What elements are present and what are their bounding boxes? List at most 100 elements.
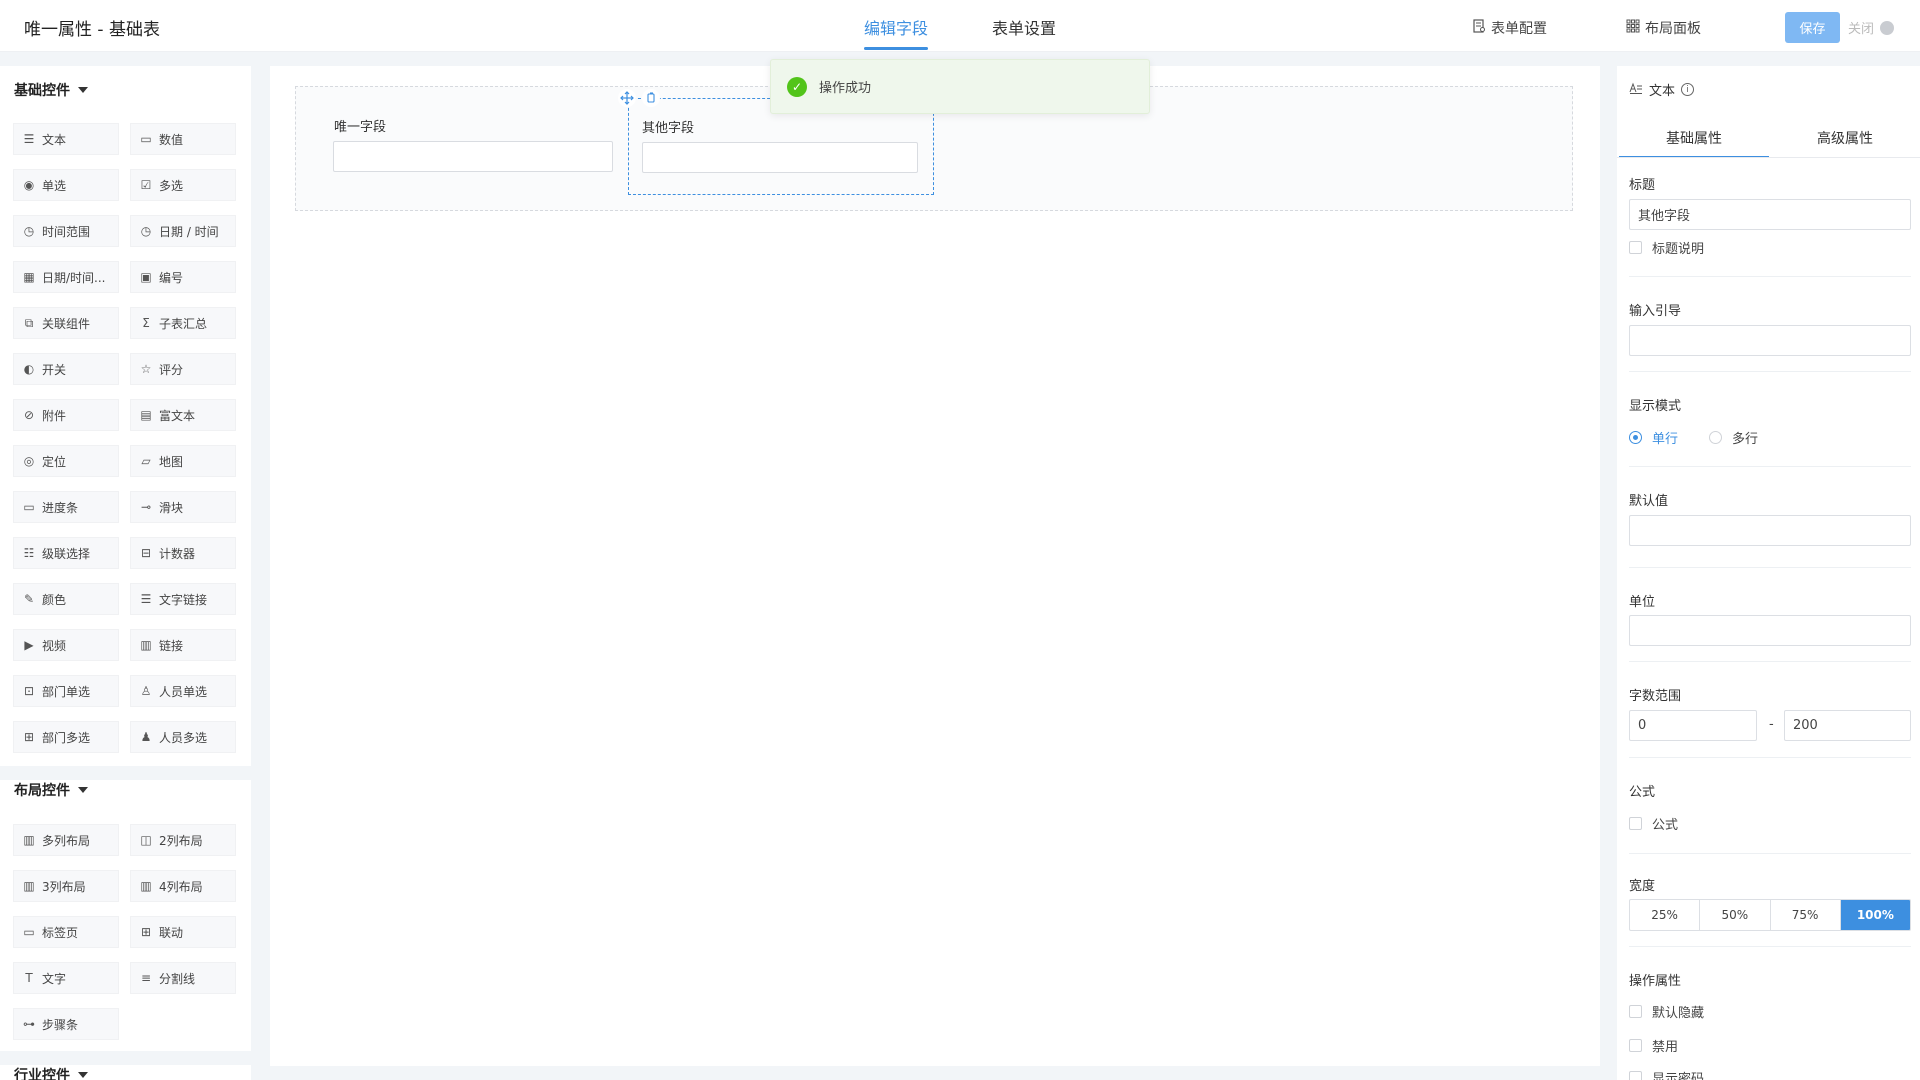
- layout-control-item[interactable]: ▥ 3列布局: [13, 870, 119, 902]
- basic-control-item[interactable]: ♟ 人员多选: [130, 721, 236, 753]
- basic-control-item-label: 链接: [159, 638, 184, 653]
- unit-input[interactable]: [1629, 615, 1911, 646]
- display-mode-single-radio[interactable]: 单行: [1629, 428, 1678, 447]
- show-password-checkbox[interactable]: 显示密码: [1629, 1068, 1704, 1080]
- width-option-75[interactable]: 75%: [1771, 900, 1841, 930]
- divider: [1629, 371, 1911, 372]
- field-label-other: 其他字段: [642, 121, 695, 136]
- basic-control-item[interactable]: ☑ 多选: [130, 169, 236, 201]
- basic-control-item[interactable]: ✎ 颜色: [13, 583, 119, 615]
- layout-control-item[interactable]: ▥ 4列布局: [130, 870, 236, 902]
- four-columns-icon: ▥: [140, 879, 152, 893]
- location-icon: ◎: [23, 454, 35, 468]
- success-toast: ✓ 操作成功: [770, 59, 1150, 114]
- copy-icon[interactable]: [642, 89, 660, 107]
- basic-control-item[interactable]: ▶ 视频: [13, 629, 119, 661]
- layout-control-item[interactable]: ◫ 2列布局: [130, 824, 236, 856]
- form-config-button[interactable]: 表单配置: [1472, 18, 1547, 38]
- char-range-min-input[interactable]: 0: [1629, 710, 1757, 741]
- layout-control-item-label: 4列布局: [159, 879, 203, 894]
- basic-control-item[interactable]: ▤ 富文本: [130, 399, 236, 431]
- close-button[interactable]: 关闭: [1848, 18, 1895, 37]
- basic-control-item[interactable]: ▱ 地图: [130, 445, 236, 477]
- layout-panel-button[interactable]: 布局面板: [1626, 18, 1701, 38]
- basic-control-item[interactable]: ◉ 单选: [13, 169, 119, 201]
- disabled-checkbox[interactable]: 禁用: [1629, 1036, 1678, 1055]
- basic-control-item[interactable]: ☷ 级联选择: [13, 537, 119, 569]
- basic-control-item[interactable]: ⊘ 附件: [13, 399, 119, 431]
- slider-icon: ⊸: [140, 500, 152, 514]
- basic-control-item-label: 颜色: [42, 592, 67, 607]
- tab-form-settings[interactable]: 表单设置: [992, 15, 1056, 49]
- info-icon[interactable]: i: [1681, 83, 1695, 96]
- basic-control-item[interactable]: ◎ 定位: [13, 445, 119, 477]
- placeholder-input[interactable]: [1629, 325, 1911, 356]
- property-panel-title: 文本: [1649, 84, 1676, 99]
- save-button[interactable]: 保存: [1785, 12, 1840, 43]
- field-input-unique[interactable]: [333, 141, 613, 172]
- layout-controls-header[interactable]: 布局控件: [14, 780, 88, 800]
- basic-control-item[interactable]: ⊸ 滑块: [130, 491, 236, 523]
- tab-edit-fields[interactable]: 编辑字段: [864, 15, 929, 50]
- basic-control-item[interactable]: ◐ 开关: [13, 353, 119, 385]
- layout-control-item[interactable]: ⊶ 步骤条: [13, 1008, 119, 1040]
- basic-control-item[interactable]: ⊞ 部门多选: [13, 721, 119, 753]
- width-option-100[interactable]: 100%: [1840, 900, 1910, 930]
- display-mode-multi-radio[interactable]: 多行: [1709, 428, 1758, 447]
- move-icon[interactable]: [618, 89, 636, 107]
- title-input[interactable]: 其他字段: [1629, 199, 1911, 230]
- text-link-icon: ☰: [140, 592, 152, 606]
- char-range-label: 字数范围: [1629, 689, 1682, 704]
- formula-section-label: 公式: [1629, 785, 1656, 800]
- color-picker-icon: ✎: [23, 592, 35, 606]
- formula-checkbox[interactable]: 公式: [1629, 814, 1678, 833]
- basic-control-item[interactable]: ⊟ 计数器: [130, 537, 236, 569]
- title-desc-checkbox[interactable]: 标题说明: [1629, 238, 1704, 257]
- basic-control-item[interactable]: ◷ 时间范围: [13, 215, 119, 247]
- basic-control-item-label: 数值: [159, 132, 184, 147]
- basic-control-item[interactable]: ▭ 进度条: [13, 491, 119, 523]
- property-panel-header: 文本 i: [1629, 80, 1695, 99]
- basic-controls-header[interactable]: 基础控件: [14, 80, 88, 100]
- placeholder-label: 输入引导: [1629, 304, 1682, 319]
- char-range-max-input[interactable]: 200: [1784, 710, 1911, 741]
- basic-control-item[interactable]: ▦ 日期/时间...: [13, 261, 119, 293]
- layout-control-item[interactable]: ▥ 多列布局: [13, 824, 119, 856]
- checkbox-box: [1629, 1071, 1642, 1080]
- basic-control-item[interactable]: ☰ 文本: [13, 123, 119, 155]
- basic-control-item[interactable]: ☆ 评分: [130, 353, 236, 385]
- basic-control-item[interactable]: ▭ 数值: [130, 123, 236, 155]
- layout-control-item[interactable]: ▭ 标签页: [13, 916, 119, 948]
- layout-control-item[interactable]: ⊞ 联动: [130, 916, 236, 948]
- caret-down-icon: [78, 1072, 88, 1078]
- layout-control-item[interactable]: T 文字: [13, 962, 119, 994]
- display-multi-label: 多行: [1732, 432, 1759, 447]
- close-toggle-icon: [1880, 20, 1895, 35]
- basic-control-item[interactable]: ▣ 编号: [130, 261, 236, 293]
- default-hidden-checkbox[interactable]: 默认隐藏: [1629, 1002, 1704, 1021]
- divider: [1629, 946, 1911, 947]
- layout-control-item-label: 标签页: [42, 925, 79, 940]
- width-option-50[interactable]: 50%: [1700, 900, 1771, 930]
- default-value-input[interactable]: [1629, 515, 1911, 546]
- layout-control-item[interactable]: ≡ 分割线: [130, 962, 236, 994]
- width-option-25[interactable]: 25%: [1630, 900, 1701, 930]
- basic-control-item[interactable]: Σ 子表汇总: [130, 307, 236, 339]
- basic-control-item[interactable]: ⊡ 部门单选: [13, 675, 119, 707]
- basic-control-item[interactable]: ▥ 链接: [130, 629, 236, 661]
- tab-advanced-props[interactable]: 高级属性: [1770, 122, 1920, 158]
- tab-basic-props[interactable]: 基础属性: [1619, 122, 1769, 158]
- field-input-other[interactable]: [642, 142, 918, 173]
- caret-down-icon: [78, 787, 88, 793]
- top-header: 唯一属性 - 基础表 编辑字段 表单设置 表单配置 布局面板 保存 关闭: [0, 0, 1920, 52]
- basic-control-item-label: 地图: [159, 454, 184, 469]
- basic-control-item[interactable]: ◷ 日期 / 时间: [130, 215, 236, 247]
- form-canvas[interactable]: [270, 66, 1600, 1066]
- industry-controls-header[interactable]: 行业控件: [14, 1065, 88, 1080]
- basic-control-item[interactable]: ⧉ 关联组件: [13, 307, 119, 339]
- basic-control-item[interactable]: ☰ 文字链接: [130, 583, 236, 615]
- basic-control-item[interactable]: ♙ 人员单选: [130, 675, 236, 707]
- layout-control-item-label: 2列布局: [159, 833, 203, 848]
- clock-icon: ◷: [23, 224, 35, 238]
- basic-control-item-label: 开关: [42, 362, 67, 377]
